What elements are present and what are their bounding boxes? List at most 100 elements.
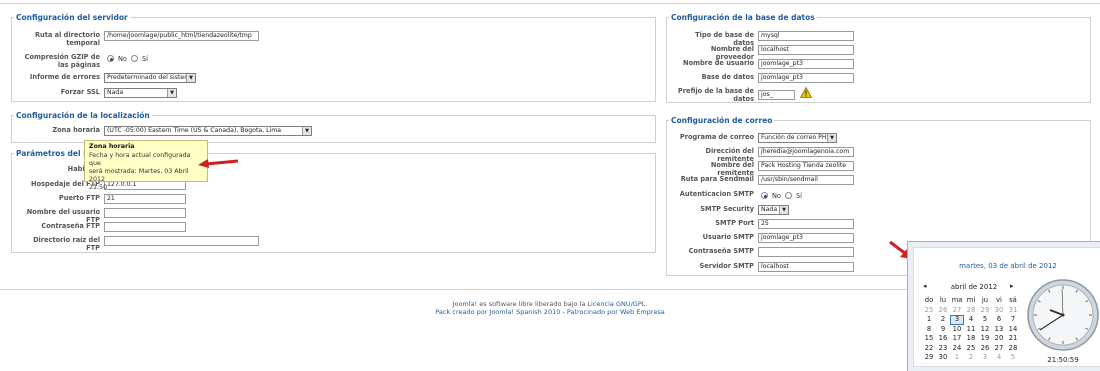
errors-select-value: Predeterminado del sistema	[107, 74, 195, 81]
gzip-si-text: Sí	[142, 55, 149, 63]
calendar-day[interactable]: 29	[922, 353, 936, 363]
calendar-day[interactable]: 30	[936, 353, 950, 363]
sendmail-label: Ruta para Sendmail	[680, 175, 754, 183]
calendar-day[interactable]: 2	[964, 353, 978, 363]
db-user-input[interactable]: joomlage_pt3	[758, 59, 854, 69]
calendar-day[interactable]: 20	[992, 334, 1006, 344]
timezone-label: Zona horaria	[52, 126, 100, 134]
mail-from-input[interactable]: jheredia@joomlagenoia.com	[758, 147, 854, 157]
db-host-input[interactable]: localhost	[758, 45, 854, 55]
smtp-auth-si-radio[interactable]	[785, 192, 792, 199]
calendar-day[interactable]: 22	[922, 344, 936, 354]
calendar-day[interactable]: 2	[936, 315, 950, 325]
tmp-path-input[interactable]: /home/joomlage/public_html/tiendazeolite…	[104, 31, 259, 41]
calendar-day[interactable]: 8	[922, 325, 936, 335]
calendar-day[interactable]: 10	[950, 325, 964, 335]
calendar-day[interactable]: 15	[922, 334, 936, 344]
calendar-day[interactable]: 14	[1006, 325, 1020, 335]
ssl-select-value: Nada	[107, 89, 124, 96]
calendar-day[interactable]: 18	[964, 334, 978, 344]
mail-fromname-input[interactable]: Pack Hosting Tienda zeolite	[758, 161, 854, 171]
mail-config-legend: Configuración de correo	[671, 116, 773, 125]
ftp-root-input[interactable]	[104, 236, 259, 246]
calendar-week-row: 1234567	[922, 315, 1034, 325]
calendar-day[interactable]: 5	[1006, 353, 1020, 363]
calendar-day[interactable]: 16	[936, 334, 950, 344]
calendar-day[interactable]: 28	[1006, 344, 1020, 354]
calendar-day[interactable]: 29	[978, 306, 992, 316]
calendar-day[interactable]: 26	[978, 344, 992, 354]
smtp-auth-no-radio[interactable]	[761, 192, 768, 199]
calendar-day[interactable]: 12	[978, 325, 992, 335]
smtp-security-select[interactable]: Nada ▼	[758, 205, 789, 215]
calendar-day[interactable]: 21	[1006, 334, 1020, 344]
calendar-day[interactable]: 13	[992, 325, 1006, 335]
mailer-select[interactable]: Función de correo PHP ▼	[758, 133, 837, 143]
db-type-input[interactable]: mysql	[758, 31, 854, 41]
smtp-host-input[interactable]: localhost	[758, 262, 854, 272]
ssl-select[interactable]: Nada ▼	[104, 88, 177, 98]
ftp-root-label: Directorio raíz del FTP	[33, 236, 100, 252]
license-link[interactable]: Licencia GNU/GPL.	[587, 300, 647, 308]
calendar-week-row: 8 9 10 11 12 13 14	[922, 325, 1034, 335]
calendar-month-title[interactable]: abril de 2012	[942, 283, 1006, 291]
calendar-day[interactable]: 17	[950, 334, 964, 344]
smtp-user-label: Usuario SMTP	[702, 233, 754, 241]
calendar-week-row: 22 23 24 25 26 27 28	[922, 344, 1034, 354]
calendar-popup: martes, 03 de abril de 2012 ◂ abril de 2…	[907, 241, 1100, 371]
calendar-day[interactable]: 25	[964, 344, 978, 354]
calendar-weeks: 25 26 27 28 29 30 31 1 2 3 4 5 6 7 8 9 10 11 12 13 14 15 16 17 1…	[922, 306, 1034, 363]
calendar-day[interactable]: 19	[978, 334, 992, 344]
errors-select[interactable]: Predeterminado del sistema ▼	[104, 73, 196, 83]
calendar-day[interactable]: 1	[922, 315, 936, 325]
calendar-day[interactable]: 5	[978, 315, 992, 325]
calendar-day[interactable]: 27	[950, 306, 964, 316]
ftp-user-input[interactable]	[104, 208, 186, 218]
gzip-si-radio[interactable]	[131, 55, 138, 62]
calendar-day[interactable]: 23	[936, 344, 950, 354]
smtp-port-label: SMTP Port	[715, 219, 754, 227]
calendar-day[interactable]: 26	[936, 306, 950, 316]
warning-icon	[800, 87, 812, 98]
db-name-input[interactable]: joomlage_pt3	[758, 73, 854, 83]
calendar-day[interactable]: 27	[992, 344, 1006, 354]
calendar-week-row: 29 30 1 2 3 4 5	[922, 353, 1034, 363]
db-prefix-input[interactable]: jos_	[758, 90, 795, 100]
calendar-day[interactable]: 25	[922, 306, 936, 316]
smtp-pass-input[interactable]	[758, 247, 854, 257]
calendar-day[interactable]: 3	[978, 353, 992, 363]
sendmail-input[interactable]: /usr/sbin/sendmail	[758, 175, 854, 185]
calendar-day[interactable]: 4	[964, 315, 978, 325]
calendar-day[interactable]: 28	[964, 306, 978, 316]
smtp-security-value: Nada	[761, 206, 778, 213]
red-arrow-icon	[198, 159, 239, 168]
joomla-link[interactable]: Joomla!	[453, 300, 478, 308]
ftp-port-label: Puerto FTP	[58, 194, 100, 202]
tooltip-title: Zona horaria	[89, 143, 135, 150]
smtp-user-input[interactable]: joomlage_pt3	[758, 233, 854, 243]
calendar-day[interactable]: 30	[992, 306, 1006, 316]
calendar-prev-button[interactable]: ◂	[923, 282, 927, 290]
calendar-grid: do lu ma mi ju vi sá 25 26 27 28 29 30 31 1 2 3 4 5 6 7 8 9 10…	[922, 296, 1034, 363]
calendar-weekday: vi	[996, 296, 1002, 304]
chevron-down-icon: ▼	[779, 206, 788, 214]
errors-label: Informe de errores	[29, 73, 100, 81]
gzip-no-radio[interactable]	[107, 55, 114, 62]
calendar-day[interactable]: 11	[964, 325, 978, 335]
calendar-day[interactable]: 1	[950, 353, 964, 363]
calendar-day[interactable]: 7	[1006, 315, 1020, 325]
smtp-port-input[interactable]: 25	[758, 219, 854, 229]
ftp-pass-input[interactable]	[104, 222, 186, 232]
calendar-day[interactable]: 24	[950, 344, 964, 354]
calendar-day[interactable]: 4	[992, 353, 1006, 363]
calendar-day[interactable]: 31	[1006, 306, 1020, 316]
calendar-day[interactable]: 3	[950, 315, 964, 325]
calendar-day[interactable]: 9	[936, 325, 950, 335]
calendar-next-button[interactable]: ▸	[1010, 282, 1014, 290]
gzip-no-text: No	[118, 55, 127, 63]
ftp-port-input[interactable]: 21	[104, 194, 186, 204]
smtp-auth-label: Autenticacion SMTP	[679, 190, 754, 198]
calendar-day[interactable]: 6	[992, 315, 1006, 325]
timezone-select[interactable]: (UTC -05:00) Eastern Time (US & Canada),…	[104, 126, 312, 136]
calendar-long-date[interactable]: martes, 03 de abril de 2012	[914, 262, 1100, 270]
